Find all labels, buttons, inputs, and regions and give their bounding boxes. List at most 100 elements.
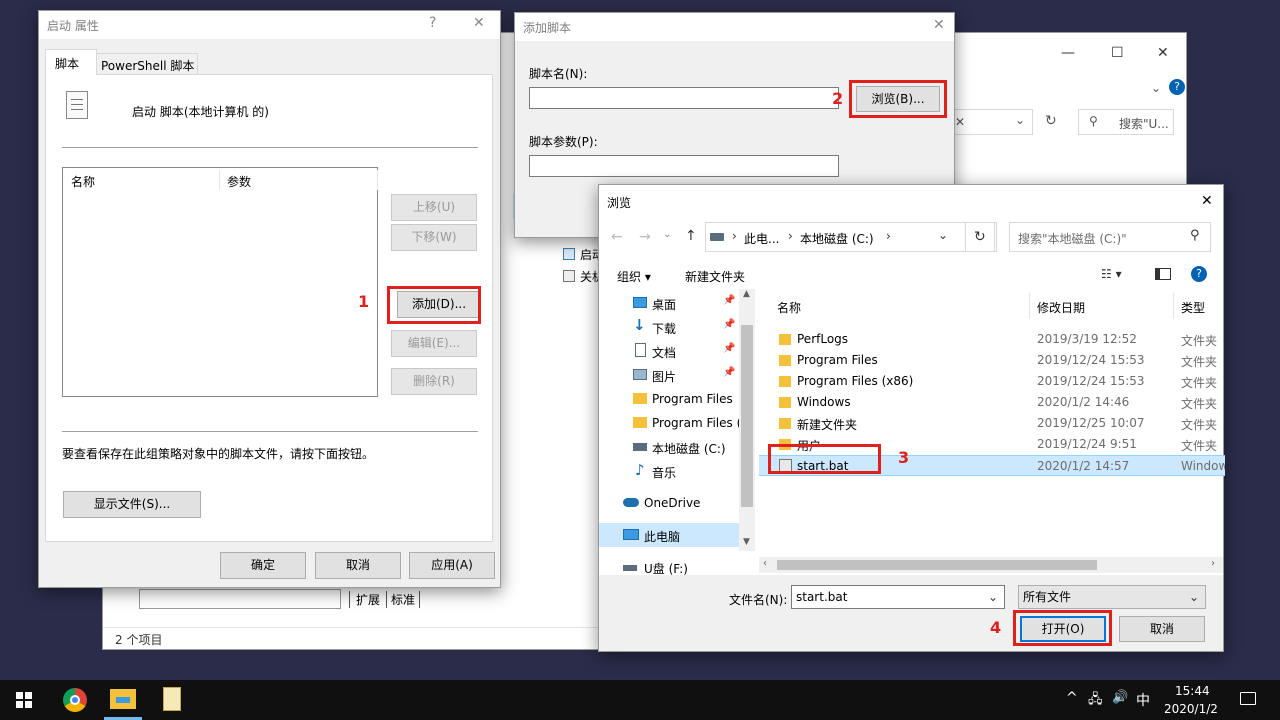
computer-icon <box>623 529 639 540</box>
file-row-program-files[interactable]: Program Files 2019/12/24 15:53 文件夹 <box>759 350 1225 371</box>
search-box[interactable]: ⚲ 搜索"U... <box>1078 109 1174 135</box>
column-divider <box>1173 293 1174 319</box>
pin-icon[interactable]: 📌 <box>723 367 735 378</box>
chevron-down-icon[interactable]: ⌄ <box>1015 113 1025 127</box>
pin-icon[interactable]: 📌 <box>723 319 735 330</box>
column-header-name[interactable]: 名称 <box>777 299 801 316</box>
new-folder-button[interactable]: 新建文件夹 <box>685 268 745 285</box>
notepad-icon[interactable] <box>163 687 181 711</box>
search-box[interactable]: 搜索"本地磁盘 (C:)" ⚲ <box>1009 222 1211 252</box>
filename-label: 文件名(N): <box>729 593 788 607</box>
highlight-box-add <box>387 286 481 324</box>
taskbar: ^ 🖧 🔊 中 15:44 2020/1/2 <box>0 680 1280 720</box>
help-icon[interactable]: ? <box>1169 79 1185 95</box>
file-row-windows[interactable]: Windows 2020/1/2 14:46 文件夹 <box>759 392 1225 413</box>
picture-icon <box>633 369 647 380</box>
breadcrumb-drive[interactable]: 本地磁盘 (C:) <box>800 230 874 247</box>
script-list[interactable]: 名称 参数 <box>62 167 378 397</box>
scroll-up-icon[interactable]: ▲ <box>743 289 750 299</box>
file-row-perflogs[interactable]: PerfLogs 2019/3/19 12:52 文件夹 <box>759 329 1225 350</box>
clock-date[interactable]: 2020/1/2 <box>1164 702 1218 716</box>
maximize-button[interactable]: ☐ <box>1111 45 1124 61</box>
nav-item-onedrive[interactable]: OneDrive <box>599 491 755 515</box>
nav-item-pictures[interactable]: 图片 📌 <box>599 363 755 387</box>
tab-extended[interactable]: 扩展 <box>349 591 388 608</box>
help-button[interactable]: ? <box>429 15 436 31</box>
nav-item-program-files-x86[interactable]: Program Files ( <box>599 411 755 435</box>
script-params-input[interactable] <box>529 155 839 177</box>
column-header-name[interactable]: 名称 <box>71 173 95 190</box>
nav-item-downloads[interactable]: ↓ 下载 📌 <box>599 315 755 339</box>
chevron-down-icon[interactable]: ⌄ <box>938 228 948 242</box>
column-header-type[interactable]: 类型 <box>1181 299 1205 316</box>
close-button[interactable]: ✕ <box>1157 45 1169 61</box>
refresh-button[interactable]: ↻ <box>965 222 995 252</box>
separator <box>62 147 478 148</box>
pin-icon[interactable]: 📌 <box>723 295 735 306</box>
tab-scripts[interactable]: 脚本 <box>45 49 97 75</box>
scroll-right-icon[interactable]: › <box>1211 558 1215 569</box>
file-list[interactable]: ^ 名称 修改日期 类型 PerfLogs 2019/3/19 12:52 文件… <box>759 289 1225 571</box>
scroll-thumb[interactable] <box>741 325 753 507</box>
nav-item-local-disk[interactable]: 本地磁盘 (C:) <box>599 435 755 459</box>
scroll-down-icon[interactable]: ▼ <box>743 537 750 547</box>
back-arrow-icon[interactable]: ← <box>611 229 623 245</box>
preview-pane-icon[interactable] <box>1155 268 1171 280</box>
filename-input[interactable]: start.bat ⌄ <box>791 585 1005 609</box>
windows-start-icon[interactable] <box>16 692 32 708</box>
nav-item-program-files[interactable]: Program Files <box>599 387 755 411</box>
chevron-up-icon[interactable]: ^ <box>1066 690 1078 706</box>
scroll-thumb[interactable] <box>777 560 1097 570</box>
network-icon[interactable]: 🖧 <box>1088 690 1103 712</box>
help-icon[interactable]: ? <box>1191 266 1207 282</box>
address-bar[interactable]: › 此电... › 本地磁盘 (C:) › ⌄ <box>705 222 997 252</box>
show-files-button[interactable]: 显示文件(S)... <box>63 491 201 518</box>
chevron-down-icon[interactable]: ⌄ <box>1151 81 1161 95</box>
desktop-icon <box>633 297 647 308</box>
notification-icon[interactable] <box>1240 692 1256 705</box>
navigation-pane[interactable]: 桌面 📌 ↓ 下载 📌 文档 📌 图片 📌 Program Files Prog… <box>599 289 755 579</box>
close-button[interactable]: ✕ <box>933 17 945 33</box>
nav-item-desktop[interactable]: 桌面 📌 <box>599 291 755 315</box>
volume-icon[interactable]: 🔊 <box>1112 690 1128 705</box>
up-arrow-icon[interactable]: ↑ <box>685 228 697 244</box>
scroll-left-icon[interactable]: ‹ <box>763 558 767 569</box>
tab-powershell[interactable]: PowerShell 脚本 <box>96 53 198 75</box>
pin-icon[interactable]: 📌 <box>723 343 735 354</box>
column-header-date[interactable]: 修改日期 <box>1037 299 1085 316</box>
close-button[interactable]: ✕ <box>473 15 485 31</box>
cancel-button[interactable]: 取消 <box>315 552 401 579</box>
refresh-icon[interactable]: ↻ <box>1045 113 1057 129</box>
remove-button[interactable]: 删除(R) <box>391 368 477 395</box>
file-type-select[interactable]: 所有文件 ⌄ <box>1018 585 1206 609</box>
move-up-button[interactable]: 上移(U) <box>391 194 477 221</box>
ime-indicator[interactable]: 中 <box>1136 690 1150 710</box>
chevron-down-icon[interactable]: ⌄ <box>663 229 671 240</box>
chevron-down-icon[interactable]: ⌄ <box>988 586 998 608</box>
minimize-button[interactable]: — <box>1061 45 1075 61</box>
file-explorer-icon[interactable] <box>110 689 136 709</box>
file-row-program-files-x86[interactable]: Program Files (x86) 2019/12/24 15:53 文件夹 <box>759 371 1225 392</box>
column-header-params[interactable]: 参数 <box>227 173 251 190</box>
clock-time[interactable]: 15:44 <box>1175 684 1210 698</box>
file-row-new-folder[interactable]: 新建文件夹 2019/12/25 10:07 文件夹 <box>759 413 1225 434</box>
nav-item-documents[interactable]: 文档 📌 <box>599 339 755 363</box>
forward-arrow-icon[interactable]: → <box>639 229 651 245</box>
nav-item-music[interactable]: ♪ 音乐 <box>599 459 755 483</box>
horizontal-scrollbar[interactable]: ‹ › <box>759 557 1223 573</box>
script-name-input[interactable] <box>529 87 839 109</box>
nav-scrollbar[interactable]: ▲ ▼ <box>739 289 755 551</box>
apply-button[interactable]: 应用(A) <box>409 552 495 579</box>
ok-button[interactable]: 确定 <box>220 552 306 579</box>
organize-menu[interactable]: 组织 ▾ <box>617 268 651 285</box>
cancel-button[interactable]: 取消 <box>1119 616 1205 642</box>
close-icon[interactable]: ✕ <box>955 115 965 129</box>
view-options-icon[interactable]: ☷ ▾ <box>1101 267 1122 281</box>
chrome-icon[interactable] <box>63 688 87 712</box>
edit-button[interactable]: 编辑(E)... <box>391 330 477 357</box>
nav-item-this-pc[interactable]: 此电脑 <box>599 523 755 547</box>
breadcrumb-this-pc[interactable]: 此电... <box>744 230 779 247</box>
move-down-button[interactable]: 下移(W) <box>391 224 477 251</box>
tab-standard[interactable]: 标准 <box>387 591 421 608</box>
close-button[interactable]: ✕ <box>1201 193 1213 209</box>
